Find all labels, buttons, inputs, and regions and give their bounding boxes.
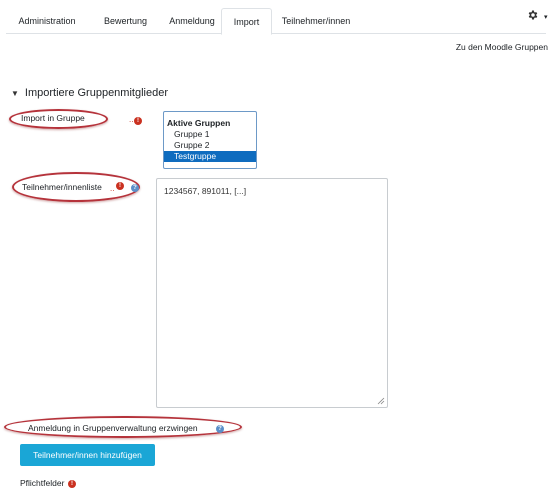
collapse-triangle-icon: ▼ [11,89,19,98]
required-dots: .. [110,184,115,193]
force-registration-label[interactable]: Anmeldung in Gruppenverwaltung erzwingen [28,423,198,433]
tab-import[interactable]: Import [221,8,272,35]
tab-anmeldung[interactable]: Anmeldung [163,8,221,34]
add-participants-button[interactable]: Teilnehmer/innen hinzufügen [20,444,155,466]
import-group-label: Import in Gruppe [21,113,85,123]
gear-icon[interactable] [527,9,539,21]
chevron-down-icon[interactable]: ▾ [544,13,548,21]
required-fields-note: Pflichtfelder [20,478,64,488]
help-icon[interactable]: ? [131,184,139,192]
required-icon: ! [68,480,76,488]
participants-textarea[interactable]: 1234567, 891011, [...] [156,178,388,408]
tab-bar: Administration Bewertung Anmeldung Impor… [6,8,546,35]
select-option-selected[interactable]: Testgruppe [164,151,256,162]
select-option[interactable]: Gruppe 1 [164,129,256,140]
tab-administration[interactable]: Administration [6,8,88,34]
required-dots: .. [129,115,134,124]
participants-value: 1234567, 891011, [...] [164,186,247,196]
tab-bewertung[interactable]: Bewertung [88,8,163,34]
required-fields-label: Pflichtfelder [20,478,65,488]
resize-handle-icon[interactable] [377,397,385,405]
group-select[interactable]: Aktive Gruppen Gruppe 1 Gruppe 2 Testgru… [163,111,257,169]
section-title: Importiere Gruppenmitglieder [24,87,168,99]
help-icon[interactable]: ? [216,425,224,433]
tab-teilnehmer[interactable]: Teilnehmer/innen [272,8,360,34]
optgroup-label: Aktive Gruppen [167,118,231,128]
required-icon: ! [134,117,142,125]
required-icon: ! [116,182,124,190]
participants-label: Teilnehmer/innenliste [22,182,102,192]
section-header[interactable]: ▼ Importiere Gruppenmitglieder [11,87,168,99]
moodle-groups-link[interactable]: Zu den Moodle Gruppen [0,42,548,52]
select-option[interactable]: Gruppe 2 [164,140,256,151]
